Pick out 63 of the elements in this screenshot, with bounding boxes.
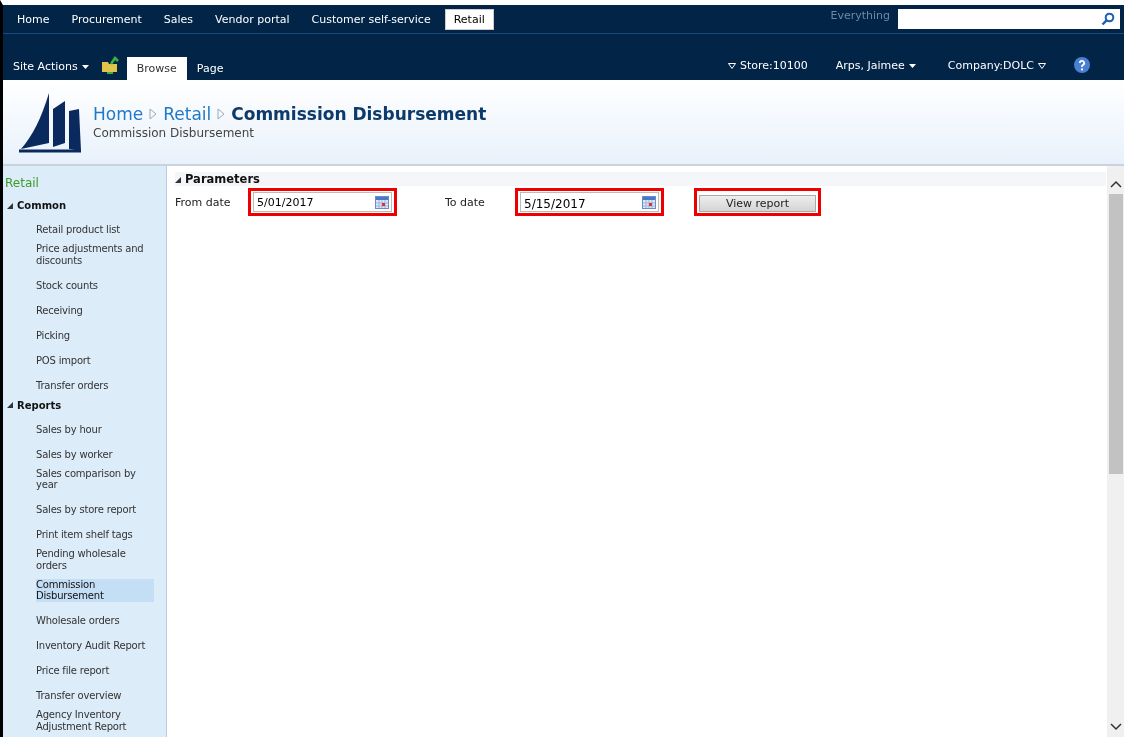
nav-tab[interactable]: Procurement	[63, 9, 150, 29]
breadcrumb-link[interactable]: Home	[93, 104, 144, 124]
calendar-icon[interactable]	[375, 195, 389, 209]
caret-icon	[908, 64, 916, 68]
sidebar-link[interactable]: Sales by worker	[36, 448, 113, 460]
sidebar-link[interactable]: Price file report	[36, 665, 110, 677]
breadcrumb-link[interactable]: Retail	[163, 104, 212, 124]
sidebar-link[interactable]: Sales by hour	[36, 423, 102, 435]
calendar-icon[interactable]	[642, 195, 656, 209]
scrollbar[interactable]	[1107, 166, 1124, 737]
sidebar-link[interactable]: Sales comparison by year	[36, 467, 154, 491]
sidebar-link[interactable]: Commission Disbursement	[36, 578, 154, 602]
sidebar-link[interactable]: Inventory Audit Report	[36, 640, 146, 652]
sails-logo-icon	[19, 91, 81, 153]
folder-icon[interactable]	[100, 56, 119, 74]
sidebar-link[interactable]: Receiving	[36, 304, 83, 316]
search-scope: Everything	[830, 9, 890, 22]
field-label: To date	[445, 195, 486, 209]
search-icon[interactable]	[1101, 12, 1115, 26]
sidebar-link[interactable]: Sales by store report	[36, 504, 137, 516]
group-header[interactable]: Common	[3, 196, 69, 215]
page-title: Commission Disbursement	[231, 104, 487, 124]
group-header[interactable]: Reports	[3, 395, 64, 415]
company-menu[interactable]: Company:DOLC	[941, 58, 1056, 73]
sidebar-link[interactable]: Agency Inventory Adjustment Report	[36, 709, 154, 732]
sidebar-title: Retail	[4, 176, 40, 192]
help-icon[interactable]	[1074, 57, 1090, 73]
site-actions-menu[interactable]: Site Actions	[9, 60, 97, 73]
sidebar-link[interactable]: Price adjustments and discounts	[36, 243, 154, 266]
sidebar-link[interactable]: Transfer overview	[36, 690, 122, 702]
expander-icon	[7, 402, 13, 408]
user-menu[interactable]: Arps, Jaimee	[829, 58, 926, 73]
sidebar-link[interactable]: Stock counts	[36, 279, 98, 291]
caret-icon	[81, 65, 89, 69]
scroll-up-icon[interactable]	[1109, 180, 1122, 188]
date-field[interactable]: 5/01/2017	[253, 192, 392, 212]
view-report-button[interactable]: View report	[699, 195, 816, 212]
nav-tab[interactable]: Vendor portal	[207, 9, 298, 29]
page-subtitle: Commission Disbursement	[93, 126, 256, 140]
scroll-down-icon[interactable]	[1109, 723, 1122, 731]
expander-icon	[7, 202, 13, 209]
sidebar-link[interactable]: Retail product list	[36, 224, 120, 236]
search-field[interactable]	[898, 9, 1120, 29]
caret-icon	[1038, 63, 1046, 69]
sidebar-link[interactable]: Pending wholesale orders	[36, 548, 154, 571]
store-menu[interactable]: Store:10100	[718, 58, 814, 73]
expander-icon	[175, 177, 181, 183]
section-header[interactable]: Parameters	[175, 172, 1106, 186]
ribbon-tab[interactable]: Page	[186, 57, 234, 80]
sidebar-link[interactable]: POS import	[36, 354, 91, 366]
date-field[interactable]: 5/15/2017	[520, 192, 659, 212]
sidebar-link[interactable]: Transfer orders	[36, 379, 109, 391]
scroll-thumb[interactable]	[1108, 194, 1123, 474]
ribbon-tab[interactable]: Browse	[126, 57, 187, 80]
nav-tab[interactable]: Customer self-service	[303, 9, 439, 29]
sidebar-link[interactable]: Picking	[36, 329, 70, 341]
nav-tab[interactable]: Retail	[444, 8, 494, 30]
field-label: From date	[175, 195, 232, 209]
caret-icon	[728, 63, 736, 69]
sidebar-link[interactable]: Print item shelf tags	[36, 529, 133, 541]
nav-tab[interactable]: Sales	[155, 9, 202, 29]
nav-tab[interactable]: Home	[9, 9, 58, 29]
sidebar-link[interactable]: Wholesale orders	[36, 615, 120, 627]
